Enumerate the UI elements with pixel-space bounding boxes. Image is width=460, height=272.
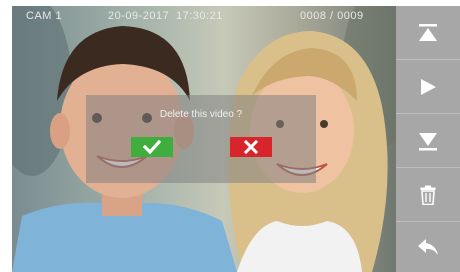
intercom-screen: CAM 1 20-09-2017 17:30:21 0008 / 0009 De… xyxy=(0,0,460,272)
next-video-button[interactable] xyxy=(396,114,460,167)
time-label: 17:30:21 xyxy=(176,10,223,22)
play-button[interactable] xyxy=(396,60,460,113)
skip-down-icon xyxy=(419,132,437,150)
dialog-message: Delete this video ? xyxy=(159,109,243,120)
control-sidebar xyxy=(396,6,460,272)
trash-icon xyxy=(420,185,436,205)
previous-video-button[interactable] xyxy=(396,6,460,59)
date-label: 20-09-2017 xyxy=(108,10,170,22)
back-arrow-icon xyxy=(418,239,438,255)
confirm-delete-button[interactable] xyxy=(131,137,173,157)
play-icon xyxy=(421,78,436,95)
cancel-delete-button[interactable] xyxy=(230,137,272,157)
camera-label: CAM 1 xyxy=(26,10,63,22)
delete-dialog: Delete this video ? xyxy=(86,95,316,183)
delete-button[interactable] xyxy=(396,168,460,221)
checkmark-icon xyxy=(143,140,161,154)
back-button[interactable] xyxy=(396,222,460,272)
video-counter: 0008 / 0009 xyxy=(300,10,364,22)
close-icon xyxy=(244,140,258,154)
skip-up-icon xyxy=(419,23,437,41)
